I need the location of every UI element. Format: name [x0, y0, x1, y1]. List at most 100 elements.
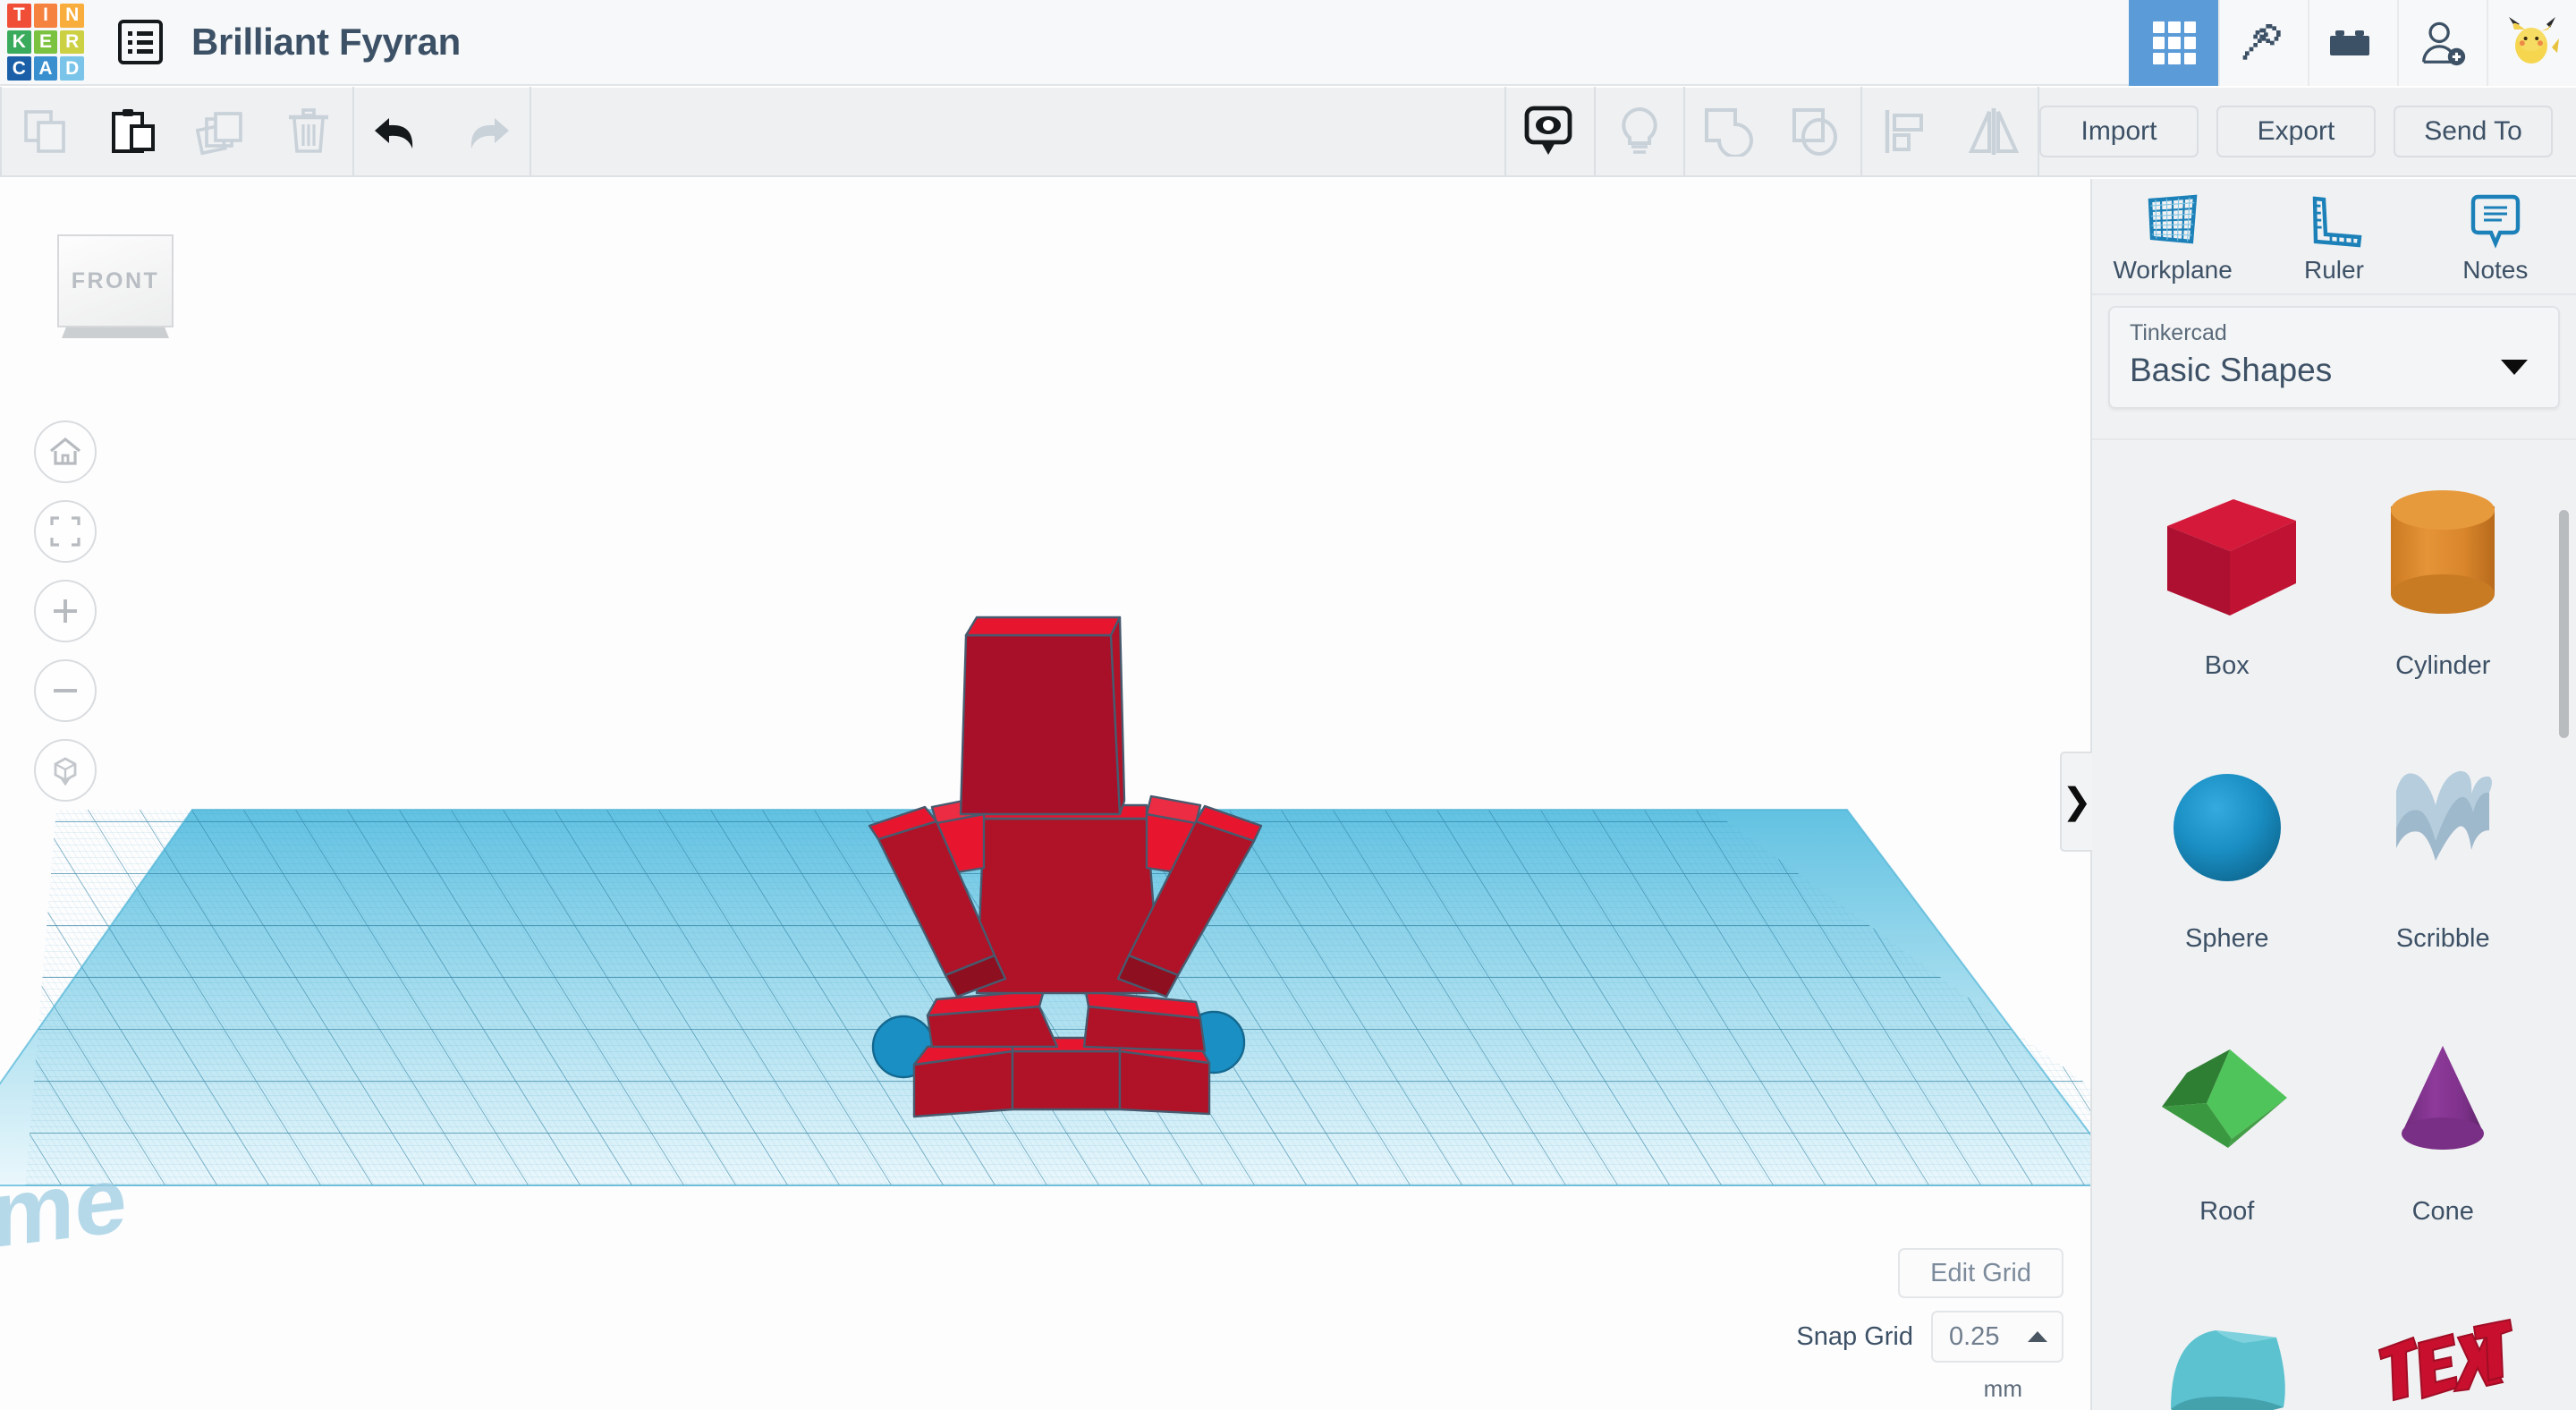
model-red-figure[interactable] [852, 599, 1263, 1136]
import-button[interactable]: Import [2039, 106, 2199, 157]
undo-button[interactable] [354, 87, 442, 176]
menu-line [137, 48, 153, 54]
history-tools-group [354, 87, 530, 176]
notes-tool[interactable]: Notes [2428, 193, 2563, 285]
edit-tools-group [2, 87, 352, 176]
ungroup-shapes-icon [1792, 108, 1837, 156]
group-shapes-icon [1705, 108, 1753, 157]
panel-collapse-toggle[interactable]: ❯ [2060, 752, 2092, 852]
scribble-shape-icon [2353, 738, 2532, 917]
shapes-grid[interactable]: Box Cylinder Sphere Scribble Roof Cone [2092, 438, 2576, 1410]
pikachu-avatar-icon [2509, 17, 2559, 64]
text-shape-icon [2353, 1284, 2532, 1410]
duplicate-button[interactable] [177, 87, 265, 176]
page-title[interactable]: Brilliant Fyyran [191, 21, 461, 64]
menu-dot [128, 39, 132, 45]
view-cube[interactable]: FRONT [57, 234, 174, 340]
view-cube-face-label: FRONT [57, 234, 174, 327]
add-user-icon [2422, 21, 2466, 66]
logo-tile-k: K [7, 30, 31, 55]
chevron-down-icon [2501, 359, 2528, 375]
edit-grid-button[interactable]: Edit Grid [1898, 1248, 2063, 1298]
logo-tile-c: C [7, 56, 31, 81]
zoom-in-button[interactable] [34, 580, 97, 642]
shape-scribble[interactable]: Scribble [2335, 726, 2552, 998]
account-avatar[interactable] [2487, 0, 2576, 86]
design-canvas[interactable]: me FRONT Edit Grid Snap Grid 0.25 mm [0, 179, 2090, 1410]
blocks-button[interactable] [2308, 0, 2397, 86]
menu-row [128, 39, 153, 45]
view-cube-base [62, 327, 169, 338]
shapes-panel-scrollbar[interactable] [2559, 510, 2569, 738]
copy-button[interactable] [2, 87, 89, 176]
delete-button[interactable] [265, 87, 352, 176]
export-button[interactable]: Export [2216, 106, 2376, 157]
show-hide-button[interactable] [1506, 87, 1594, 176]
object-tools-group [1506, 87, 2038, 176]
undo-arrow-icon [375, 118, 413, 149]
ruler-tool[interactable]: Ruler [2267, 193, 2401, 285]
logo-tile-a: A [33, 56, 58, 81]
snap-grid-row: Snap Grid 0.25 [1796, 1311, 2063, 1363]
lightbulb-icon [1622, 106, 1657, 154]
home-icon [49, 437, 81, 465]
sphere-shape-icon [2138, 738, 2317, 917]
shapes-panel: ❯ Workplane Ruler Notes Tinkercad Basic … [2060, 179, 2576, 1410]
shape-text[interactable] [2335, 1271, 2552, 1410]
cone-shape-icon [2353, 1011, 2532, 1190]
shape-sphere[interactable]: Sphere [2119, 726, 2335, 998]
ungroup-button[interactable] [1773, 87, 1860, 176]
toolbar-action-buttons: Import Export Send To [2039, 106, 2576, 157]
shape-roof[interactable]: Roof [2119, 998, 2335, 1271]
fit-view-button[interactable] [34, 500, 97, 563]
light-button[interactable] [1596, 87, 1683, 176]
minecraft-button[interactable] [2218, 0, 2308, 86]
group-button[interactable] [1685, 87, 1773, 176]
shape-label: Roof [2199, 1197, 2255, 1226]
perspective-toggle-button[interactable] [34, 739, 97, 802]
mirror-button[interactable] [1950, 87, 2038, 176]
notes-bubble-icon [2470, 194, 2521, 249]
mirror-flip-icon [1968, 108, 2020, 155]
snap-grid-value: 0.25 [1949, 1321, 2000, 1351]
snap-grid-unit: mm [1983, 1375, 2022, 1402]
grid-9-icon [2153, 21, 2196, 64]
menu-row [128, 48, 153, 54]
tinkercad-logo[interactable]: TIN KER CAD [7, 4, 84, 81]
menu-dot [128, 30, 132, 36]
redo-button[interactable] [442, 87, 530, 176]
library-dropdown[interactable]: Tinkercad Basic Shapes [2108, 306, 2560, 409]
ruler-tool-label: Ruler [2304, 256, 2364, 284]
round-roof-shape-icon [2138, 1284, 2317, 1410]
grid-view-button[interactable] [2129, 0, 2218, 86]
minus-icon [54, 689, 77, 692]
shape-box[interactable]: Box [2119, 453, 2335, 726]
zoom-out-button[interactable] [34, 659, 97, 722]
logo-tile-t: T [7, 4, 31, 28]
home-view-button[interactable] [34, 420, 97, 483]
duplicate-icon [196, 112, 242, 156]
align-button[interactable] [1862, 87, 1950, 176]
invite-button[interactable] [2397, 0, 2487, 86]
box-shape-icon [2138, 465, 2317, 644]
library-dropdown-wrap: Tinkercad Basic Shapes [2092, 295, 2576, 423]
shape-round-roof[interactable] [2119, 1271, 2335, 1410]
snap-grid-select[interactable]: 0.25 [1931, 1311, 2063, 1363]
workplane-tool-label: Workplane [2113, 256, 2233, 284]
list-menu-icon[interactable] [118, 20, 163, 64]
shape-label: Cylinder [2395, 651, 2491, 680]
library-category-label: Basic Shapes [2130, 352, 2333, 388]
lego-brick-icon [2330, 30, 2369, 55]
align-icon [1885, 110, 1923, 153]
logo-tile-r: R [60, 30, 84, 55]
logo-tile-i: I [33, 4, 58, 28]
logo-tile-d: D [60, 56, 84, 81]
logo-tile-e: E [33, 30, 58, 55]
tinkercad-app: TINKERCAD Brilliant Fyyran Import Export… [0, 0, 2576, 1410]
send-to-button[interactable]: Send To [2394, 106, 2553, 157]
menu-line [137, 39, 153, 45]
paste-button[interactable] [89, 87, 177, 176]
shape-cylinder[interactable]: Cylinder [2335, 453, 2552, 726]
workplane-tool[interactable]: Workplane [2106, 193, 2240, 285]
shape-cone[interactable]: Cone [2335, 998, 2552, 1271]
